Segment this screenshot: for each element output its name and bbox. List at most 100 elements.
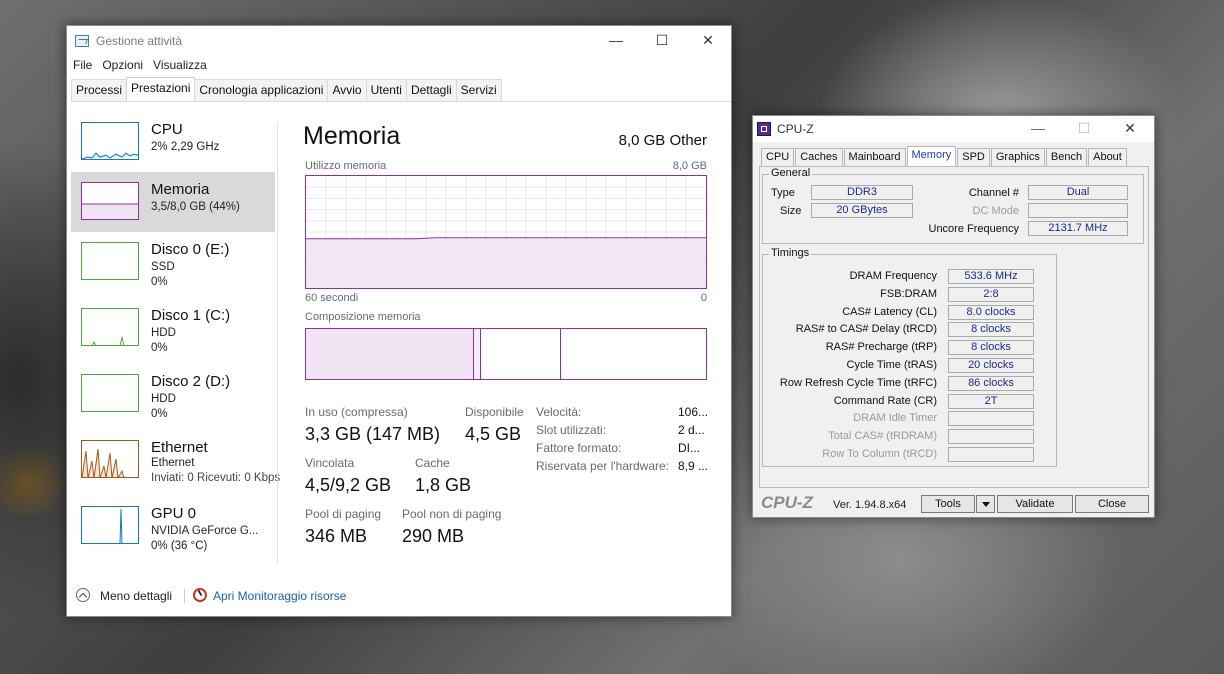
nonpaged-pool-value: 290 MB [402,526,465,546]
cache-value: 1,8 GB [415,475,472,495]
performance-sidebar: CPU 2% 2,29 GHz Memoria 3,5/8,0 GB (44%)… [71,112,280,574]
sidebar-item-gpu[interactable]: GPU 0 NVIDIA GeForce G... 0% (36 °C) [71,496,275,556]
validate-button[interactable]: Validate [997,495,1073,513]
tab-services[interactable]: Servizi [455,79,502,101]
sidebar-item-usage: 0% [151,408,168,420]
timing-label: Row To Column (tRCD) [822,448,937,460]
fewer-details-button[interactable]: Meno dettagli [100,589,172,603]
resource-monitor-icon[interactable] [193,588,207,602]
timing-label: Command Rate (CR) [833,394,937,407]
sidebar-item-disk1[interactable]: Disco 1 (C:) HDD 0% [71,298,275,358]
tools-dropdown-button[interactable] [976,495,995,513]
tab-details[interactable]: Dettagli [405,79,457,101]
sidebar-item-disk0[interactable]: Disco 0 (E:) SSD 0% [71,232,275,292]
cpuz-tab-cpu[interactable]: CPU [761,148,795,167]
sidebar-item-memory[interactable]: Memoria 3,5/8,0 GB (44%) [71,172,275,232]
form-factor-value: DI... [678,441,701,455]
collapse-icon[interactable] [76,588,90,602]
memory-usage-area [306,238,706,288]
close-cpuz-button[interactable]: Close [1075,495,1149,513]
cpuz-tab-graphics[interactable]: Graphics [990,148,1045,167]
uncore-frequency-label: Uncore Frequency [928,223,1020,235]
page-title: Memoria [303,122,401,150]
minimize-button[interactable]: — [593,26,639,56]
cpuz-tab-memory[interactable]: Memory [906,146,957,167]
graph-max-label: 8,0 GB [672,160,707,172]
footer-divider [184,589,185,603]
sidebar-item-usage: 0% (36 °C) [151,540,208,552]
committed-label: Vincolata [305,456,355,470]
maximize-button[interactable]: ☐ [639,26,685,56]
timing-value [948,411,1034,427]
cpuz-tab-about[interactable]: About [1088,148,1127,167]
sidebar-item-disk2[interactable]: Disco 2 (D:) HDD 0% [71,364,275,424]
tab-users[interactable]: Utenti [365,79,407,101]
timing-value: 8 clocks [948,340,1034,356]
committed-value: 4,5/9,2 GB [305,475,392,495]
tab-startup[interactable]: Avvio [327,79,367,101]
type-label: Type [771,187,795,199]
composition-in-use[interactable] [306,329,474,379]
cpuz-tab-caches[interactable]: Caches [795,148,843,167]
menu-options[interactable]: Opzioni [102,58,149,72]
speed-value: 106... [678,405,709,419]
memory-thumbnail-graph [81,182,139,220]
disk1-thumbnail-graph [81,308,139,346]
timing-value: 20 clocks [948,358,1034,373]
slots-label: Slot utilizzati: [536,423,607,437]
paged-pool-label: Pool di paging [305,507,382,521]
memory-capacity: 8,0 GB Other [618,132,707,149]
memory-usage-graph [305,175,707,289]
tab-performance[interactable]: Prestazioni [126,77,196,101]
cpuz-minimize-button[interactable]: — [1015,116,1061,142]
form-factor-label: Fattore formato: [536,441,622,455]
tools-button[interactable]: Tools [921,495,975,513]
timing-label: Row Refresh Cycle Time (tRFC) [779,376,937,389]
cpuz-titlebar[interactable]: CPU-Z — ☐ ✕ [753,116,1154,142]
task-manager-titlebar[interactable]: Gestione attività — ☐ ✕ [67,26,731,56]
composition-free[interactable] [561,329,706,379]
timing-label: RAS# Precharge (tRP) [825,341,937,354]
menu-view[interactable]: Visualizza [153,58,213,72]
timing-label: RAS# to CAS# Delay (tRCD) [795,323,937,336]
cpuz-tab-mainboard[interactable]: Mainboard [843,148,906,167]
timing-label: DRAM Frequency [849,270,937,282]
composition-standby[interactable] [481,329,561,379]
tab-processes[interactable]: Processi [71,79,128,101]
cache-label: Cache [415,456,450,470]
menu-file[interactable]: File [73,58,98,72]
sidebar-item-cpu[interactable]: CPU 2% 2,29 GHz [71,112,275,172]
hardware-reserved-label: Riservata per l'hardware: [536,459,670,473]
tab-app-history[interactable]: Cronologia applicazioni [194,79,329,101]
cpu-thumbnail-graph [81,122,139,160]
timing-label: Cycle Time (tRAS) [846,359,937,371]
task-manager-app-icon [75,35,89,47]
size-label: Size [780,205,802,217]
sidebar-item-label: Ethernet [151,439,208,456]
cpuz-close-button[interactable]: ✕ [1107,116,1153,142]
uncore-frequency-value: 2131.7 MHz [1028,221,1128,236]
cpuz-tab-spd[interactable]: SPD [957,148,990,167]
cpuz-footer: CPU-Z Ver. 1.94.8.x64 Tools Validate Clo… [753,489,1154,517]
paged-pool-value: 346 MB [305,526,368,546]
composition-modified[interactable] [474,329,481,379]
timing-value: 533.6 MHz [948,269,1034,284]
dc-mode-label: DC Mode [972,205,1019,217]
cpuz-maximize-button[interactable]: ☐ [1061,116,1107,142]
menu-bar: File Opzioni Visualizza [73,58,217,72]
sidebar-item-label: CPU [151,121,183,138]
cpuz-app-icon [757,122,771,136]
slots-value: 2 d... [678,423,705,437]
sidebar-item-detail: SSD [151,261,175,273]
sidebar-item-throughput: Inviati: 0 Ricevuti: 0 Kbps [151,472,281,484]
sidebar-item-detail: NVIDIA GeForce G... [151,525,259,537]
close-button[interactable]: ✕ [685,26,731,56]
disk0-thumbnail-graph [81,242,139,280]
available-value: 4,5 GB [465,424,522,444]
sidebar-divider [277,122,278,564]
gpu-thumbnail-graph [81,506,139,544]
resource-monitor-link[interactable]: Apri Monitoraggio risorse [213,589,346,603]
sidebar-item-label: Disco 1 (C:) [151,307,231,324]
cpuz-tab-bench[interactable]: Bench [1045,148,1088,167]
sidebar-item-ethernet[interactable]: Ethernet Ethernet Inviati: 0 Ricevuti: 0… [71,430,280,490]
